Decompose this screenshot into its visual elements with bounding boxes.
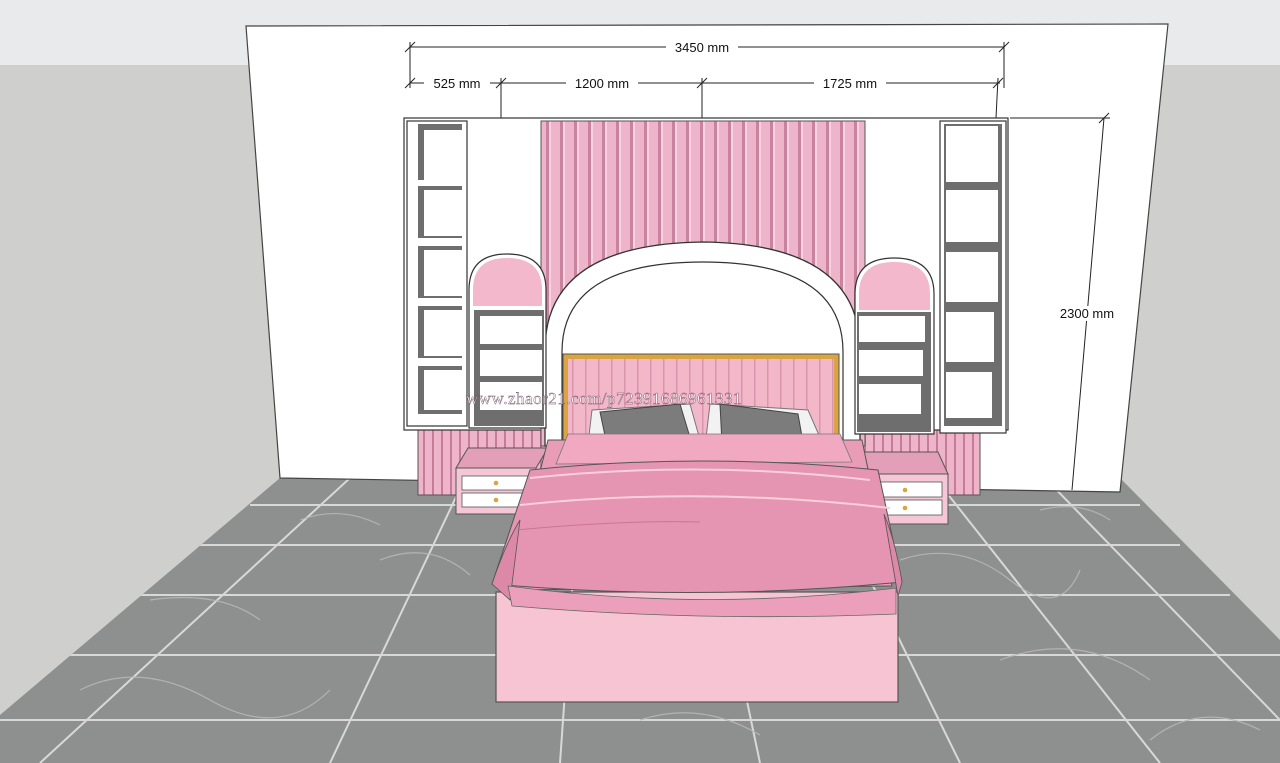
right-arched-niche-shelf bbox=[854, 257, 935, 435]
pink-bed bbox=[491, 433, 903, 703]
right-tall-bookshelf bbox=[939, 120, 1007, 434]
bedroom-3d-model-view: 3450 mm 525 mm 1200 mm 1725 mm 2300 mm w… bbox=[0, 0, 1280, 763]
dimension-total-width: 3450 mm bbox=[675, 40, 729, 55]
dimension-right-section: 1725 mm bbox=[823, 76, 877, 91]
dimension-left-section: 525 mm bbox=[434, 76, 481, 91]
left-tall-bookshelf bbox=[406, 120, 468, 427]
dimension-middle-section: 1200 mm bbox=[575, 76, 629, 91]
dimension-height: 2300 mm bbox=[1060, 306, 1114, 321]
watermark-text: www.zhaor21.com/p72391686961331 bbox=[466, 389, 742, 408]
